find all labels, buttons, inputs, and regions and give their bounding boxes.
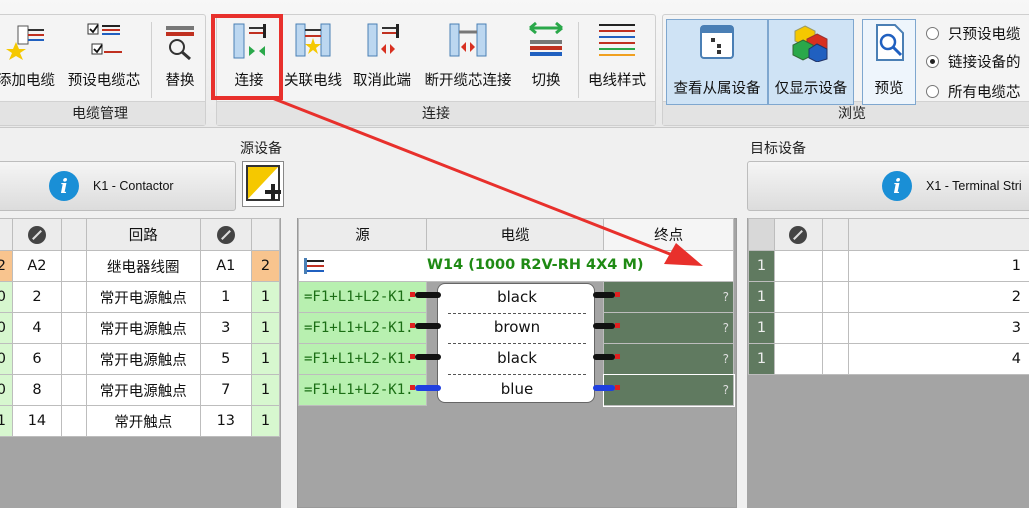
preset-core-icon — [87, 23, 122, 55]
view-subordinate-icon — [700, 25, 734, 59]
wire-end-left-3 — [410, 354, 441, 360]
table-row[interactable]: 0 8 常开电源触点 7 1 — [0, 374, 280, 406]
wire-end-right-2 — [593, 323, 620, 329]
add-cable-icon — [6, 25, 44, 60]
link-cable-button[interactable]: 关联电线 — [281, 18, 345, 96]
add-device-button[interactable] — [242, 161, 284, 207]
prohibited-icon — [27, 225, 46, 244]
col-header-cable[interactable]: 电缆 — [425, 218, 605, 251]
cancel-end-button[interactable]: 取消此端 — [348, 18, 416, 96]
add-cable-button[interactable]: 添加电缆 — [0, 18, 60, 96]
wire-ends — [410, 292, 620, 391]
radio-circle[interactable] — [926, 26, 939, 40]
cable-icon — [304, 258, 324, 274]
separator — [151, 22, 152, 98]
wire-style-icon — [599, 24, 635, 56]
radio-all-cable-cores[interactable]: 所有电缆芯 — [926, 80, 1021, 102]
table-row[interactable]: 0 2 常开电源触点 1 1 — [0, 281, 280, 313]
table-row[interactable]: 0 4 常开电源触点 3 1 — [0, 312, 280, 344]
wire-end-right-1 — [593, 292, 620, 298]
cable-name-row[interactable]: W14 (1000 R2V-RH 4X4 M) — [298, 250, 734, 282]
group-label-cable-management: 电缆管理 — [0, 101, 205, 125]
add-device-icon — [246, 165, 281, 201]
col-header-source[interactable]: 源 — [298, 218, 427, 251]
col-header[interactable] — [11, 218, 63, 251]
group-label-connect: 连接 — [217, 101, 655, 125]
target-device-button[interactable]: i X1 - Terminal Stri — [747, 161, 1029, 211]
ribbon-toolbar: 电缆管理 添加电缆 预设电缆芯 替换 连接 连接 关联电线 取消此端 断开缆芯连… — [0, 0, 1029, 128]
target-table: 端子 1 1 1 2 1 3 1 4 — [748, 218, 1029, 375]
source-table: 回路 2 A2 继电器线圈 A1 2 0 2 常开电源触点 1 1 0 4 常开… — [0, 218, 280, 437]
switch-button[interactable]: 切换 — [520, 18, 572, 96]
col-header[interactable] — [251, 218, 280, 251]
target-device-title: 目标设备 — [750, 141, 806, 157]
col-header[interactable] — [199, 218, 253, 251]
col-header[interactable] — [61, 218, 87, 251]
separator — [578, 22, 579, 98]
preset-core-button[interactable]: 预设电缆芯 — [62, 18, 146, 96]
col-header-circuit[interactable]: 回路 — [85, 218, 201, 251]
highlight-box — [211, 14, 283, 100]
radio-circle[interactable] — [926, 84, 939, 98]
disconnect-core-button[interactable]: 断开缆芯连接 — [418, 18, 518, 96]
replace-icon — [166, 26, 194, 60]
view-subordinate-button[interactable]: 查看从属设备 — [666, 19, 768, 105]
col-header-end[interactable]: 终点 — [603, 218, 734, 251]
switch-icon — [529, 21, 563, 56]
link-cable-icon — [295, 23, 331, 57]
radio-linked-device[interactable]: 链接设备的 — [926, 50, 1021, 72]
radio-circle-selected[interactable] — [926, 54, 939, 68]
prohibited-icon — [789, 225, 808, 244]
wire-end-left-2 — [410, 323, 441, 329]
wire-end-left-4 — [410, 385, 441, 391]
col-header[interactable] — [748, 218, 775, 251]
wire-end-right-3 — [593, 354, 620, 360]
info-icon: i — [49, 171, 79, 201]
col-header[interactable] — [0, 218, 13, 251]
replace-button[interactable]: 替换 — [156, 18, 204, 96]
table-row[interactable]: 1 3 — [748, 312, 1029, 344]
info-icon: i — [882, 171, 912, 201]
cubes-icon — [792, 25, 828, 62]
cancel-end-icon — [367, 23, 399, 57]
preview-icon — [876, 24, 904, 61]
source-device-button[interactable]: i K1 - Contactor — [0, 161, 236, 211]
wire-end-left-1 — [410, 292, 441, 298]
table-row[interactable]: 1 14 常开触点 13 1 — [0, 405, 280, 437]
table-row[interactable]: 0 6 常开电源触点 5 1 — [0, 343, 280, 375]
wire-style-button[interactable]: 电线样式 — [582, 18, 652, 96]
table-row[interactable]: 2 A2 继电器线圈 A1 2 — [0, 250, 280, 282]
col-header-terminal[interactable]: 端子 — [847, 218, 1029, 251]
col-header[interactable] — [773, 218, 823, 251]
disconnect-core-icon — [449, 23, 487, 57]
table-row[interactable]: 1 2 — [748, 281, 1029, 313]
table-row[interactable]: 1 4 — [748, 343, 1029, 375]
show-device-only-button[interactable]: 仅显示设备 — [768, 19, 854, 105]
radio-preset-cable-only[interactable]: 只预设电缆 — [926, 22, 1021, 44]
cable-name: W14 (1000 R2V-RH 4X4 M) — [427, 257, 644, 273]
prohibited-icon — [216, 225, 235, 244]
table-row[interactable]: 1 1 — [748, 250, 1029, 282]
wire-end-right-4 — [593, 385, 620, 391]
col-header[interactable] — [821, 218, 849, 251]
source-device-title: 源设备 — [240, 141, 282, 157]
preview-button[interactable]: 预览 — [862, 19, 916, 105]
